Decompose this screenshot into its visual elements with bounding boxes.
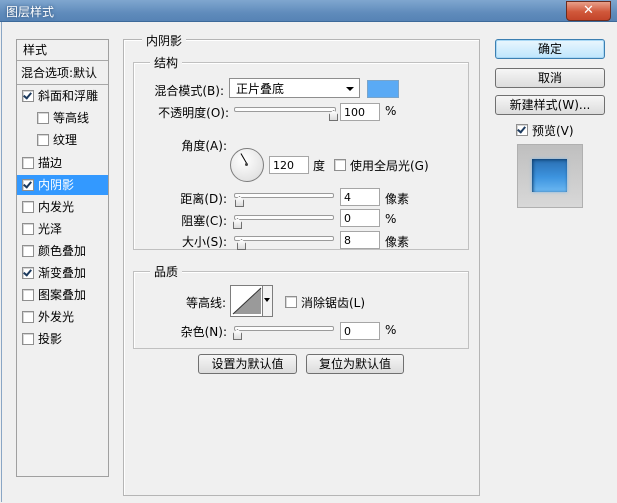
distance-label: 距离(D): xyxy=(180,192,227,206)
sidebar-item-pattern-overlay[interactable]: 图案叠加 xyxy=(17,285,108,305)
opacity-label: 不透明度(O): xyxy=(158,106,229,120)
divider xyxy=(17,60,108,61)
style-list: 样式 混合选项:默认 斜面和浮雕 等高线 纹理 描边 内阴影 内发光 光泽 颜色… xyxy=(16,39,109,477)
bevel-emboss-checkbox[interactable] xyxy=(22,90,34,102)
noise-unit: % xyxy=(385,323,397,337)
angle-input[interactable]: 120 xyxy=(269,156,309,174)
preview-thumbnail xyxy=(517,144,583,208)
angle-center xyxy=(245,163,248,166)
style-list-header[interactable]: 样式 xyxy=(17,40,108,60)
texture-label: 纹理 xyxy=(53,133,78,147)
stroke-checkbox[interactable] xyxy=(22,157,34,169)
blend-mode-select[interactable]: 正片叠底 xyxy=(229,78,360,98)
dialog-body: 样式 混合选项:默认 斜面和浮雕 等高线 纹理 描边 内阴影 内发光 光泽 颜色… xyxy=(1,22,617,502)
texture-checkbox[interactable] xyxy=(37,134,49,146)
inner-glow-label: 内发光 xyxy=(38,200,75,214)
blend-options-label: 混合选项:默认 xyxy=(21,66,98,80)
choke-unit: % xyxy=(385,212,397,226)
distance-unit: 像素 xyxy=(385,192,410,206)
gradient-overlay-label: 渐变叠加 xyxy=(38,266,87,280)
inner-shadow-checkbox[interactable] xyxy=(22,179,34,191)
sidebar-item-drop-shadow[interactable]: 投影 xyxy=(17,329,108,349)
global-light-label: 使用全局光(G) xyxy=(350,159,429,173)
cancel-button[interactable]: 取消 xyxy=(495,68,605,88)
sidebar-item-inner-shadow[interactable]: 内阴影 xyxy=(17,175,108,195)
antialias-checkbox[interactable] xyxy=(285,296,297,308)
bevel-emboss-label: 斜面和浮雕 xyxy=(38,89,99,103)
antialias-label: 消除锯齿(L) xyxy=(301,296,366,310)
size-slider[interactable] xyxy=(234,236,334,241)
divider xyxy=(17,84,108,85)
chevron-down-icon xyxy=(346,87,354,91)
outer-glow-checkbox[interactable] xyxy=(22,311,34,323)
preview-label: 预览(V) xyxy=(532,124,574,138)
style-list-header-label: 样式 xyxy=(23,43,48,57)
outer-glow-label: 外发光 xyxy=(38,310,75,324)
contour-picker-label: 等高线: xyxy=(185,296,226,310)
global-light-checkbox[interactable] xyxy=(334,159,346,171)
contour-checkbox[interactable] xyxy=(37,112,49,124)
inner-shadow-label: 内阴影 xyxy=(38,178,75,192)
ok-button[interactable]: 确定 xyxy=(495,39,605,59)
sidebar-item-inner-glow[interactable]: 内发光 xyxy=(17,197,108,217)
satin-label: 光泽 xyxy=(38,222,63,236)
blend-options-item[interactable]: 混合选项:默认 xyxy=(17,63,108,83)
opacity-slider[interactable] xyxy=(234,107,336,112)
preview-swatch xyxy=(532,159,567,192)
preview-checkbox[interactable] xyxy=(516,124,528,136)
degree-unit: 度 xyxy=(313,159,326,173)
angle-label: 角度(A): xyxy=(181,139,227,153)
noise-label: 杂色(N): xyxy=(180,325,227,339)
sidebar-item-satin[interactable]: 光泽 xyxy=(17,219,108,239)
contour-label: 等高线 xyxy=(53,111,90,125)
contour-curve-icon xyxy=(232,287,262,315)
shadow-color-swatch[interactable] xyxy=(367,80,399,98)
sidebar-item-texture[interactable]: 纹理 xyxy=(17,130,108,150)
contour-picker[interactable] xyxy=(230,285,273,317)
angle-dial[interactable] xyxy=(230,148,264,182)
distance-slider[interactable] xyxy=(234,193,334,198)
inner-glow-checkbox[interactable] xyxy=(22,201,34,213)
pattern-overlay-checkbox[interactable] xyxy=(22,289,34,301)
reset-default-button[interactable]: 复位为默认值 xyxy=(306,354,404,374)
sidebar-item-bevel-emboss[interactable]: 斜面和浮雕 xyxy=(17,86,108,106)
color-overlay-checkbox[interactable] xyxy=(22,245,34,257)
blend-mode-label: 混合模式(B): xyxy=(154,84,224,98)
color-overlay-label: 颜色叠加 xyxy=(38,244,87,258)
choke-input[interactable]: 0 xyxy=(340,209,380,227)
quality-title: 品质 xyxy=(150,263,183,280)
noise-slider[interactable] xyxy=(234,326,334,331)
title-bar: 图层样式 ✕ xyxy=(0,0,617,22)
panel-title: 内阴影 xyxy=(142,32,187,49)
opacity-input[interactable]: 100 xyxy=(340,103,380,121)
chevron-down-icon[interactable] xyxy=(262,285,273,317)
size-input[interactable]: 8 xyxy=(340,231,380,249)
sidebar-item-color-overlay[interactable]: 颜色叠加 xyxy=(17,241,108,261)
sidebar-item-outer-glow[interactable]: 外发光 xyxy=(17,307,108,327)
blend-mode-value: 正片叠底 xyxy=(236,82,285,96)
noise-input[interactable]: 0 xyxy=(340,322,380,340)
set-default-button[interactable]: 设置为默认值 xyxy=(198,354,297,374)
choke-slider[interactable] xyxy=(234,215,334,220)
drop-shadow-label: 投影 xyxy=(38,332,63,346)
sidebar-item-contour[interactable]: 等高线 xyxy=(17,108,108,128)
window-title: 图层样式 xyxy=(6,5,55,19)
distance-input[interactable]: 4 xyxy=(340,188,380,206)
opacity-unit: % xyxy=(385,104,397,118)
new-style-button[interactable]: 新建样式(W)... xyxy=(495,95,605,115)
drop-shadow-checkbox[interactable] xyxy=(22,333,34,345)
sidebar-item-gradient-overlay[interactable]: 渐变叠加 xyxy=(17,263,108,283)
structure-title: 结构 xyxy=(150,54,183,71)
choke-label: 阻塞(C): xyxy=(181,214,227,228)
satin-checkbox[interactable] xyxy=(22,223,34,235)
sidebar-item-stroke[interactable]: 描边 xyxy=(17,153,108,173)
stroke-label: 描边 xyxy=(38,156,63,170)
size-unit: 像素 xyxy=(385,235,410,249)
gradient-overlay-checkbox[interactable] xyxy=(22,267,34,279)
close-icon[interactable]: ✕ xyxy=(566,1,611,21)
pattern-overlay-label: 图案叠加 xyxy=(38,288,87,302)
size-label: 大小(S): xyxy=(181,235,227,249)
